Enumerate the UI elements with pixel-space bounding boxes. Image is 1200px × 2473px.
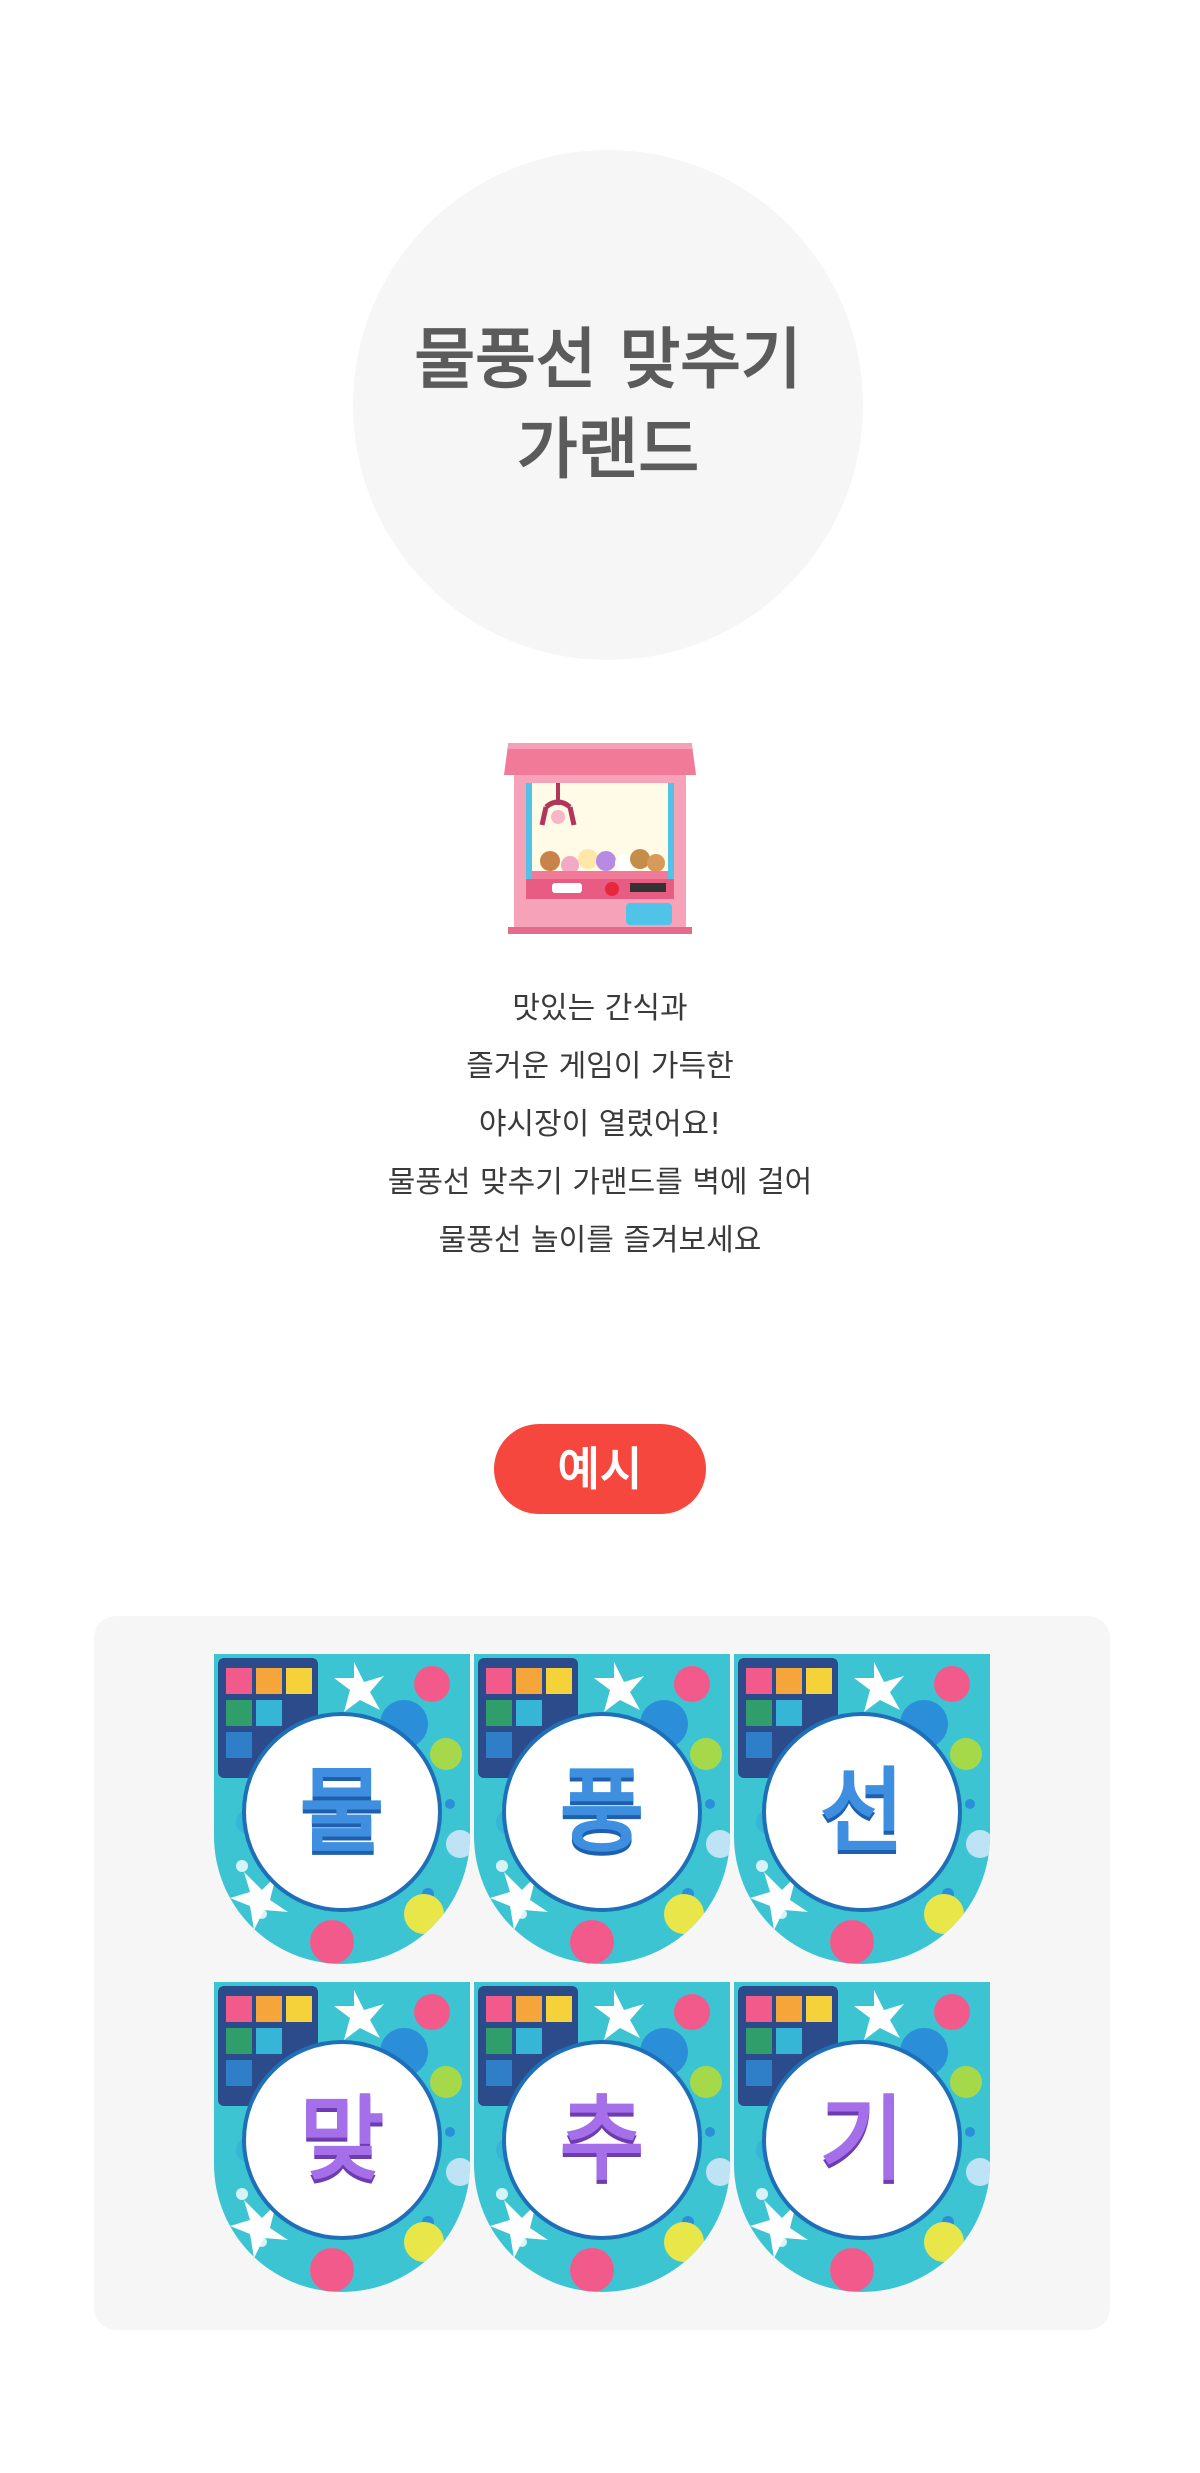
pennant-flag: 맞	[214, 1982, 470, 2292]
pennant-letter: 기	[819, 2086, 905, 2193]
description-line: 물풍선 맞추기 가랜드를 벽에 걸어	[387, 1165, 813, 1200]
description-line: 즐거운 게임이 가득한	[466, 1049, 734, 1084]
pennant-letter: 물	[299, 1758, 385, 1865]
hero-circle: 물풍선 맞추기 가랜드	[353, 150, 863, 660]
description-line: 맛있는 간식과	[512, 991, 688, 1026]
example-badge: 예시	[494, 1424, 706, 1514]
pennant-flag: 기	[734, 1982, 990, 2292]
pennant-flag: 선	[734, 1654, 990, 1964]
pennant-flag: 추	[474, 1982, 730, 2292]
pennant-letter: 풍	[559, 1758, 645, 1865]
pennant-letter: 선	[819, 1758, 905, 1865]
pennant-flag: 물	[214, 1654, 470, 1964]
hero-title-line2: 가랜드	[516, 411, 700, 488]
pennant-letter: 추	[559, 2086, 645, 2193]
pennant-flag: 풍	[474, 1654, 730, 1964]
example-panel: 물 풍 선 맞 추 기	[94, 1616, 1110, 2330]
description-line: 물풍선 놀이를 즐겨보세요	[438, 1223, 762, 1258]
description: 맛있는 간식과 즐거운 게임이 가득한 야시장이 열렸어요! 물풍선 맞추기 가…	[0, 980, 1200, 1270]
description-line: 야시장이 열렸어요!	[478, 1107, 722, 1142]
hero-title-line1: 물풍선 맞추기	[414, 321, 802, 398]
claw-machine-icon	[500, 733, 700, 938]
pennant-letter: 맞	[299, 2086, 385, 2193]
